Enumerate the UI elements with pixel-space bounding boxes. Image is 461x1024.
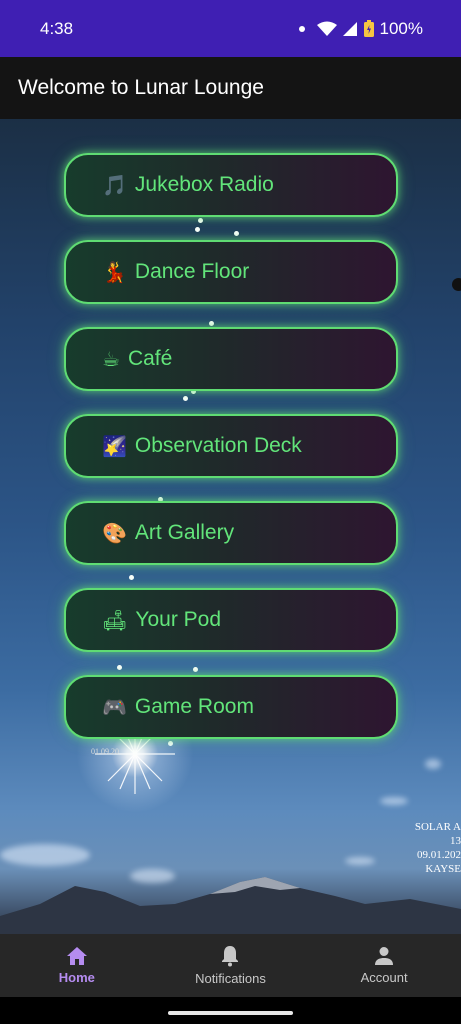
cloud [345,857,375,865]
menu-button-label: Art Gallery [134,521,235,544]
star-dot [183,396,188,401]
menu-button-label: Observation Deck [134,434,302,457]
nav-label: Notifications [195,971,266,986]
dance-floor-button[interactable]: 💃 Dance Floor [64,240,398,304]
home-indicator[interactable] [168,1011,293,1015]
nav-item-home[interactable]: Home [2,946,152,985]
caption-line: KAYSE [425,863,461,875]
bottom-navigation: Home Notifications Account [0,934,461,997]
wifi-icon [316,21,337,37]
battery-icon [363,20,374,37]
nav-label: Account [360,970,408,985]
shooting-star-icon: 🌠 [102,434,127,458]
cafe-button[interactable]: ☕ Café [64,327,398,391]
jukebox-radio-button[interactable]: 🎵 Jukebox Radio [64,153,398,217]
couch-lamp-icon: 🛋 [102,608,128,632]
mountain-silhouette [0,877,461,934]
cloud [380,797,408,805]
cloud [425,759,441,769]
page-title: Welcome to Lunar Lounge [18,76,264,99]
star-dot [209,321,214,326]
nav-item-notifications[interactable]: Notifications [155,945,305,986]
art-gallery-button[interactable]: 🎨 Art Gallery [64,501,398,565]
star-dot [117,665,122,670]
menu-button-label: Your Pod [135,608,222,631]
observation-deck-button[interactable]: 🌠 Observation Deck [64,414,398,478]
photo-caption: SOLAR A 13 09.01.202 KAYSE [415,820,461,876]
battery-percent: 100% [379,18,423,38]
edge-dot [452,278,461,291]
menu-button-label: Game Room [134,695,254,718]
caption-line: 13 [450,835,461,847]
palette-icon: 🎨 [102,521,127,545]
star-dot [129,575,134,580]
star-dot [198,218,203,223]
game-controller-icon: 🎮 [102,695,127,719]
caption-line: SOLAR A [414,821,461,833]
nav-label: Home [58,970,95,985]
notification-dot-icon [298,25,305,32]
bell-icon [222,946,239,967]
cell-signal-icon [342,21,358,37]
status-time: 4:38 [40,18,74,38]
app-bar: Welcome to Lunar Lounge [0,57,461,119]
menu-button-label: Jukebox Radio [134,173,274,196]
star-dot [193,667,198,672]
star-dot [195,227,200,232]
photo-date-caption: 01.09.20 [91,747,119,756]
your-pod-button[interactable]: 🛋 Your Pod [64,588,398,652]
cloud [0,844,90,866]
dancer-icon: 💃 [102,260,127,284]
menu-button-label: Dance Floor [134,260,250,283]
menu-button-label: Café [127,347,173,370]
nav-item-account[interactable]: Account [309,946,459,985]
star-dot [234,231,239,236]
person-icon [375,947,394,965]
musical-note-icon: 🎵 [102,173,127,197]
coffee-icon: ☕ [102,347,120,371]
home-icon [66,947,87,965]
status-bar: 4:38 100% [0,0,461,57]
status-indicators: 100% [298,18,423,39]
caption-line: 09.01.202 [417,849,461,861]
game-room-button[interactable]: 🎮 Game Room [64,675,398,739]
